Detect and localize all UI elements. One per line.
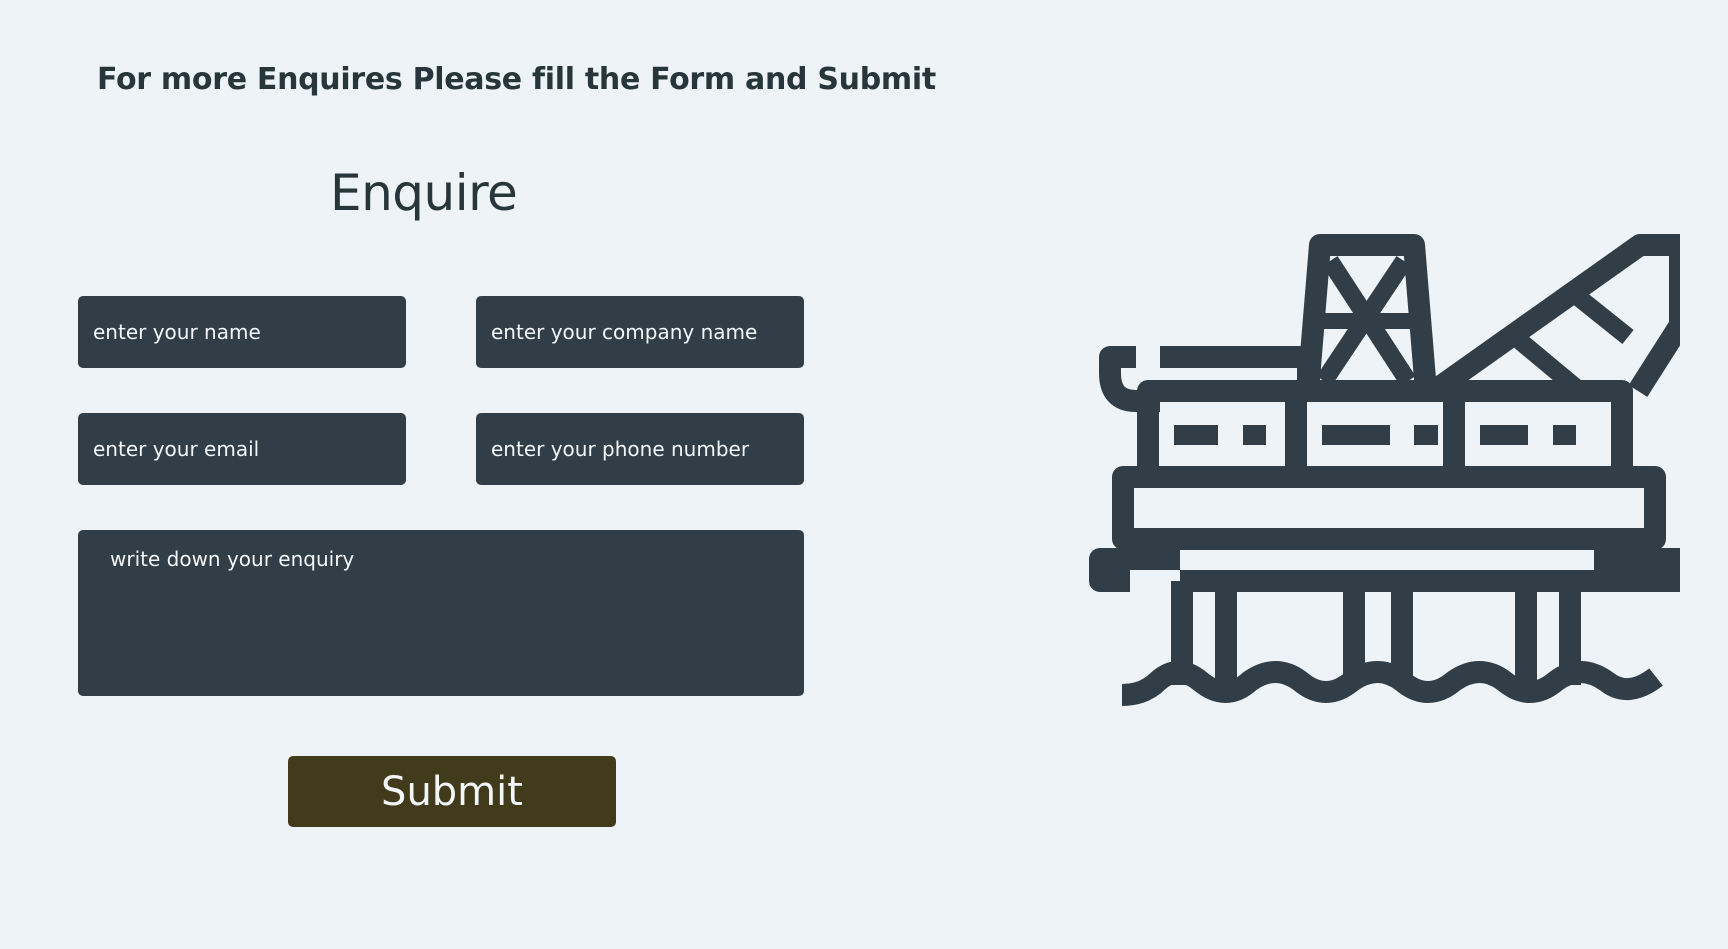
- enquiry-page: For more Enquires Please fill the Form a…: [0, 0, 1728, 949]
- intro-text: For more Enquires Please fill the Form a…: [97, 62, 936, 97]
- phone-number-field[interactable]: [476, 413, 804, 485]
- form-title: Enquire: [330, 164, 518, 222]
- oil-rig-icon: [1089, 234, 1680, 706]
- submit-button[interactable]: Submit: [288, 756, 616, 827]
- name-field[interactable]: [78, 296, 406, 368]
- email-field[interactable]: [78, 413, 406, 485]
- company-name-field[interactable]: [476, 296, 804, 368]
- enquiry-textarea[interactable]: [78, 530, 804, 696]
